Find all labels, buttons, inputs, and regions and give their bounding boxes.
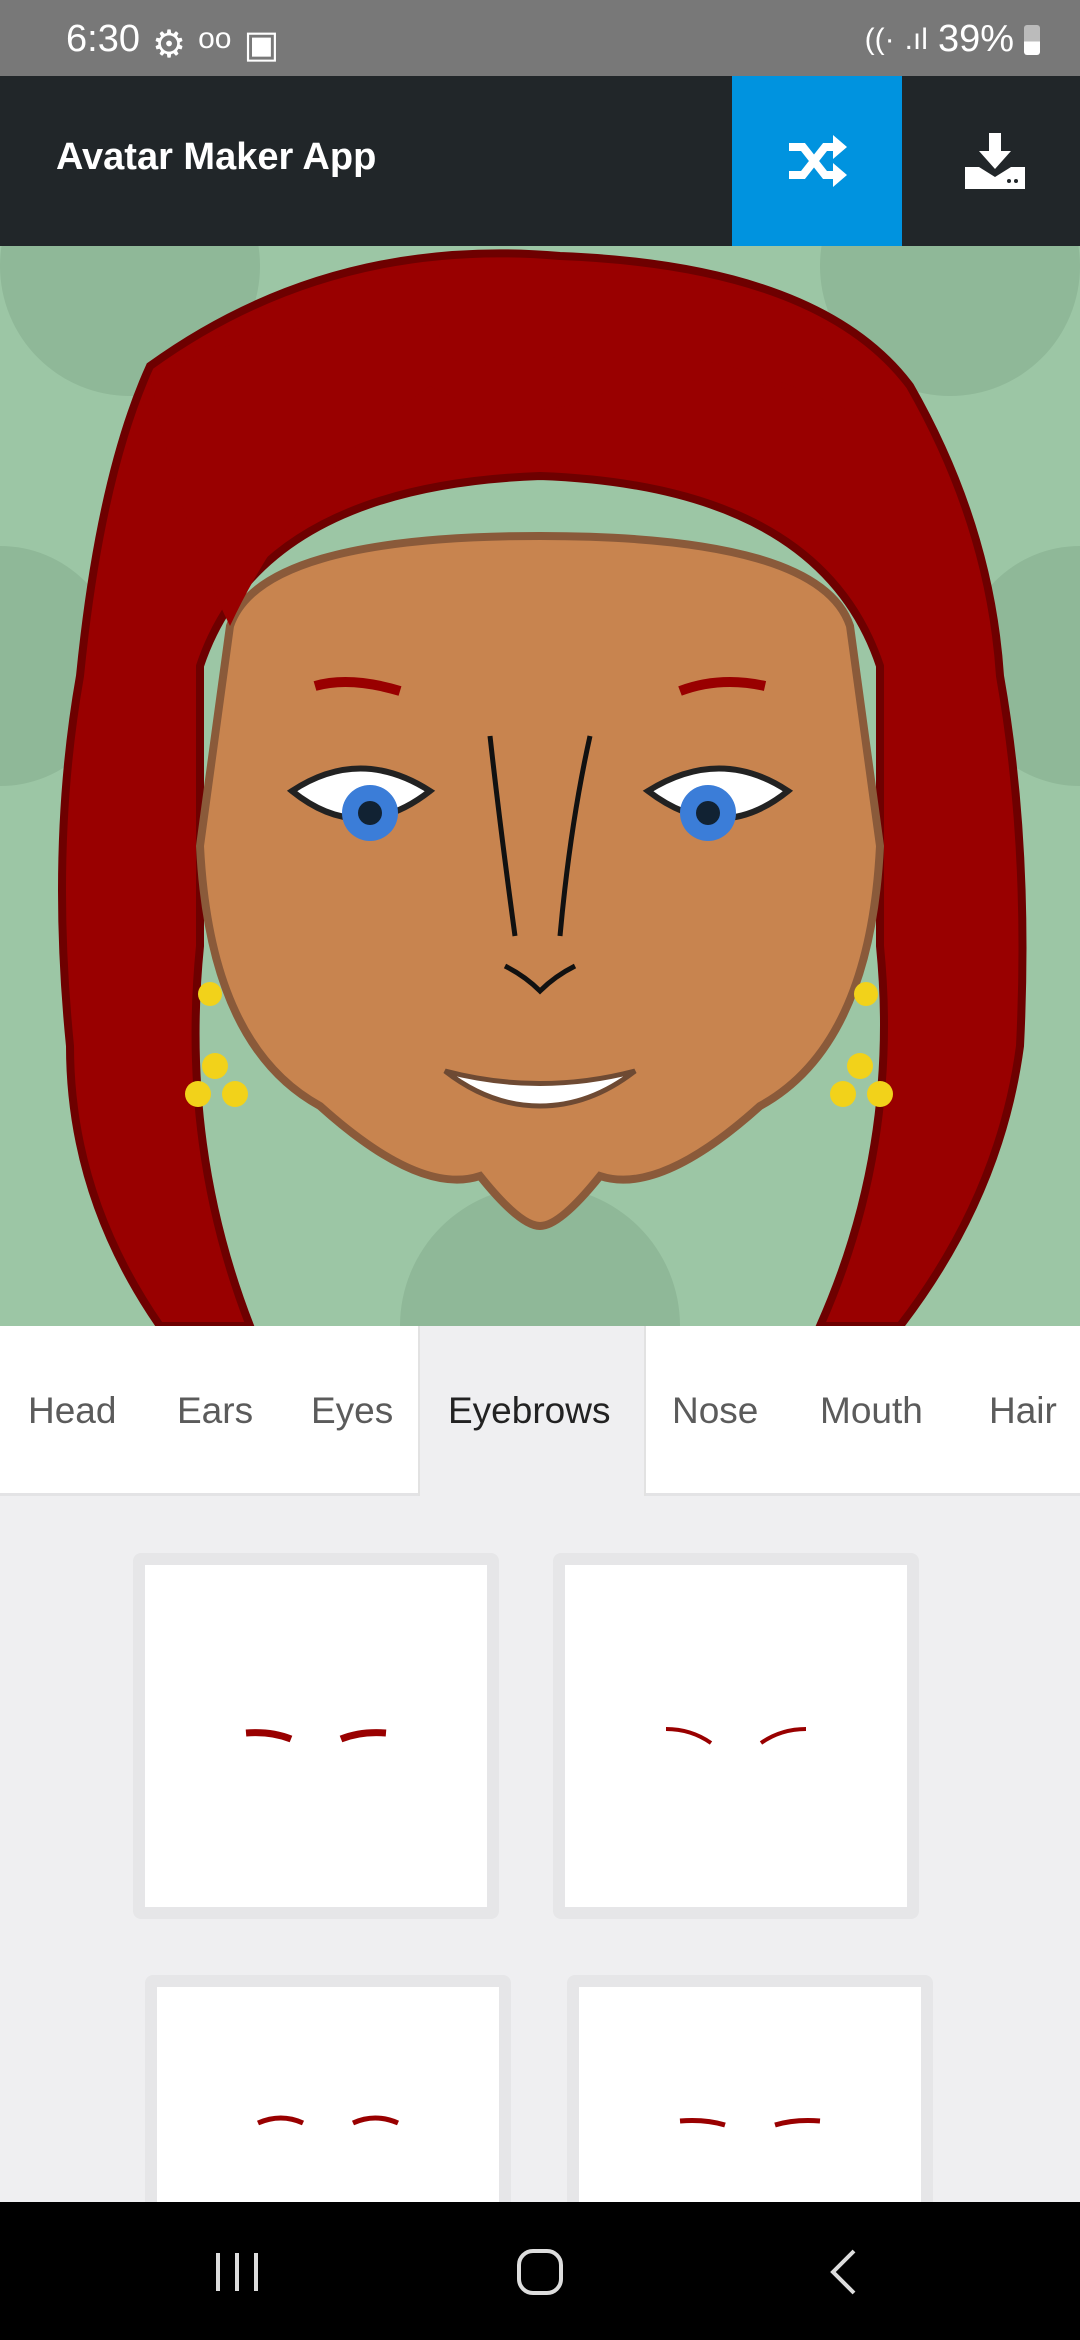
back-icon xyxy=(830,2249,856,2295)
system-nav-bar xyxy=(0,2202,1080,2340)
tab-ears[interactable]: Ears xyxy=(177,1326,253,1496)
battery-icon xyxy=(1024,24,1040,55)
voicemail-icon: oo xyxy=(198,22,232,55)
tab-head[interactable]: Head xyxy=(28,1326,116,1496)
recent-apps-button[interactable] xyxy=(202,2237,272,2307)
download-icon xyxy=(965,133,1025,189)
home-button[interactable] xyxy=(505,2237,575,2307)
eyebrow-option[interactable] xyxy=(145,1975,511,2215)
eyebrow-preview xyxy=(679,2118,821,2128)
download-button[interactable] xyxy=(910,76,1080,246)
home-icon xyxy=(517,2249,563,2295)
eyebrow-option[interactable] xyxy=(567,1975,933,2215)
back-button[interactable] xyxy=(808,2237,878,2307)
tab-eyes[interactable]: Eyes xyxy=(311,1326,393,1496)
tab-mouth[interactable]: Mouth xyxy=(820,1326,923,1496)
eyebrow-preview xyxy=(257,2115,399,2126)
app-title: Avatar Maker App xyxy=(56,136,377,178)
tab-hair[interactable]: Hair xyxy=(989,1326,1057,1496)
category-tabs: Head Ears Eyes Eyebrows Nose Mouth Hair xyxy=(0,1326,1080,1496)
face xyxy=(195,531,885,1231)
image-icon: ▣ xyxy=(243,24,280,66)
eyebrow-preview xyxy=(245,1729,387,1743)
shuffle-button[interactable] xyxy=(732,76,902,246)
shuffle-icon xyxy=(789,135,847,187)
battery-percent: 39% xyxy=(937,18,1014,60)
avatar-preview xyxy=(0,136,1080,1466)
app-bar: Avatar Maker App xyxy=(0,76,1080,246)
tab-eyebrows[interactable]: Eyebrows xyxy=(418,1326,646,1496)
settings-gear-icon: ⚙ xyxy=(152,24,187,66)
status-bar: 6:30 ⚙ oo ▣ ((· .ıl 39% xyxy=(0,0,1080,76)
eyebrow-option[interactable] xyxy=(553,1553,919,1919)
clock: 6:30 xyxy=(66,18,140,60)
recent-apps-icon xyxy=(216,2253,258,2291)
signal-icon: .ıl xyxy=(904,22,928,56)
eyebrow-preview xyxy=(665,1727,807,1745)
wifi-icon: ((· xyxy=(864,22,895,56)
eyebrow-option[interactable] xyxy=(133,1553,499,1919)
tab-nose[interactable]: Nose xyxy=(672,1326,758,1496)
